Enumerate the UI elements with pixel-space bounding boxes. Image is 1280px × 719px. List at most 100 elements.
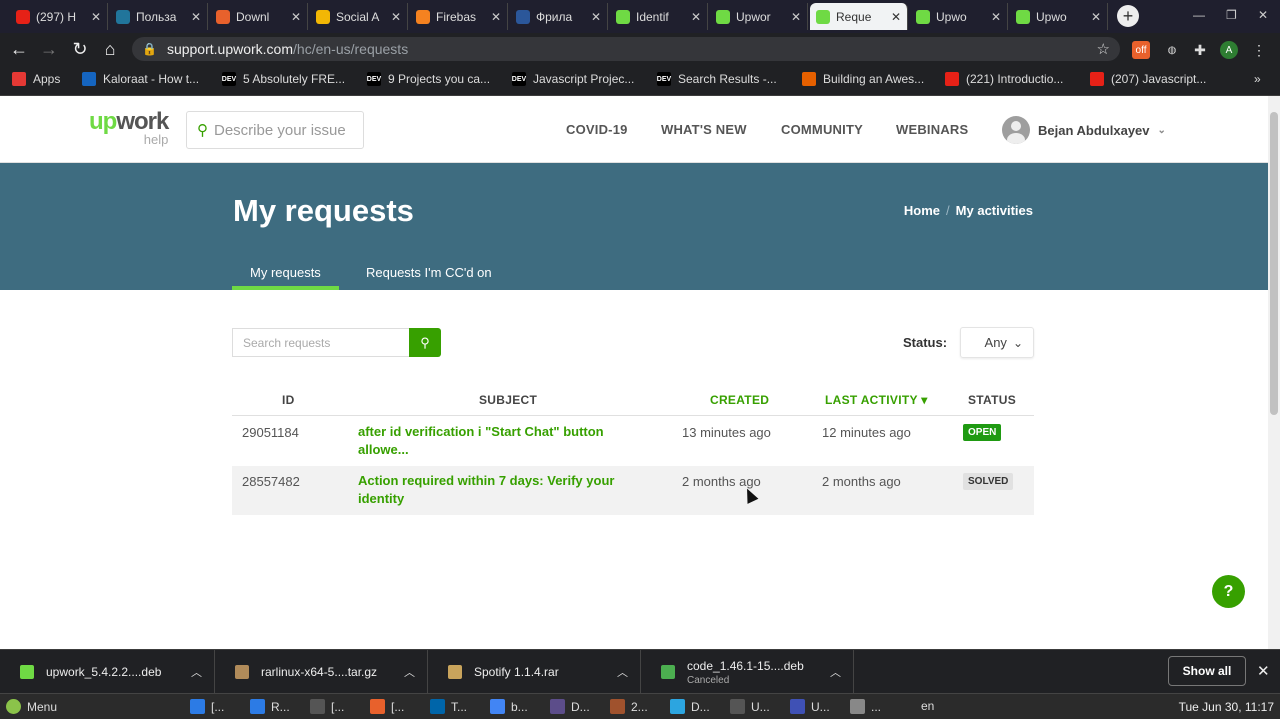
chevron-up-icon[interactable]: ︿ xyxy=(404,664,415,680)
upwork-help-logo[interactable]: upwork help xyxy=(89,108,169,147)
close-tab-icon[interactable]: ✕ xyxy=(91,10,101,24)
browser-tab[interactable]: Upwo ✕ xyxy=(910,3,1008,30)
bookmark-star-icon[interactable]: ☆ xyxy=(1097,40,1110,58)
col-last-activity[interactable]: LAST ACTIVITY ▾ xyxy=(825,393,928,407)
browser-tab[interactable]: Upwo ✕ xyxy=(1010,3,1108,30)
close-tab-icon[interactable]: ✕ xyxy=(1091,10,1101,24)
extension-icon[interactable]: off xyxy=(1132,41,1150,59)
taskbar-window[interactable]: D... xyxy=(670,699,710,714)
taskbar-window[interactable]: b... xyxy=(490,699,528,714)
bookmark-item[interactable]: (221) Introductio... xyxy=(945,72,1063,86)
request-subject-link[interactable]: Action required within 7 days: Verify yo… xyxy=(358,472,638,508)
close-tab-icon[interactable]: ✕ xyxy=(491,10,501,24)
close-tab-icon[interactable]: ✕ xyxy=(291,10,301,24)
close-tab-icon[interactable]: ✕ xyxy=(891,10,901,24)
bookmark-item[interactable]: Kaloraat - How t... xyxy=(82,72,199,86)
bookmark-item[interactable]: DEV 5 Absolutely FRE... xyxy=(222,72,345,86)
close-tab-icon[interactable]: ✕ xyxy=(991,10,1001,24)
maximize-icon[interactable]: ❐ xyxy=(1226,8,1237,22)
taskbar-window[interactable]: [... xyxy=(310,699,344,714)
nav-webinars[interactable]: WEBINARS xyxy=(896,122,968,137)
url-input[interactable]: 🔒 support.upwork.com/hc/en-us/requests ☆ xyxy=(132,37,1120,61)
chevron-up-icon[interactable]: ︿ xyxy=(617,664,628,680)
extensions-puzzle-icon[interactable]: ✚ xyxy=(1191,41,1209,59)
col-subject: SUBJECT xyxy=(479,393,538,407)
browser-tab[interactable]: Фрила ✕ xyxy=(510,3,608,30)
close-icon[interactable]: ✕ xyxy=(1257,662,1270,680)
close-window-icon[interactable]: ✕ xyxy=(1258,8,1268,22)
taskbar-window[interactable]: [... xyxy=(370,699,404,714)
taskbar-window[interactable]: T... xyxy=(430,699,467,714)
minimize-icon[interactable]: — xyxy=(1193,8,1205,22)
app-icon xyxy=(610,699,625,714)
breadcrumb-home[interactable]: Home xyxy=(904,203,940,218)
browser-tab[interactable]: Identif ✕ xyxy=(610,3,708,30)
taskbar-window[interactable]: 2... xyxy=(610,699,648,714)
bookmark-item[interactable]: DEV Search Results -... xyxy=(657,72,777,86)
profile-avatar[interactable]: A xyxy=(1220,41,1238,59)
nav-covid[interactable]: COVID-19 xyxy=(566,122,628,137)
chevron-up-icon[interactable]: ︿ xyxy=(830,664,841,680)
taskbar-window[interactable]: U... xyxy=(730,699,770,714)
home-icon[interactable]: ⌂ xyxy=(99,39,121,60)
close-tab-icon[interactable]: ✕ xyxy=(391,10,401,24)
keyboard-layout[interactable]: en xyxy=(921,699,934,713)
clock[interactable]: Tue Jun 30, 11:17 xyxy=(1179,700,1274,714)
user-menu[interactable]: Bejan Abdulxayev ⌄ xyxy=(1002,116,1166,144)
col-created[interactable]: CREATED xyxy=(710,393,769,407)
close-tab-icon[interactable]: ✕ xyxy=(791,10,801,24)
bookmarks-overflow-icon[interactable]: » xyxy=(1254,72,1261,86)
tab-title: Польза xyxy=(136,9,177,24)
reload-icon[interactable]: ↻ xyxy=(69,39,91,60)
browser-tab[interactable]: Social A ✕ xyxy=(310,3,408,30)
help-chat-button[interactable]: ? xyxy=(1212,575,1245,608)
nav-community[interactable]: COMMUNITY xyxy=(781,122,863,137)
status-badge: SOLVED xyxy=(963,473,1014,490)
search-requests-input[interactable]: Search requests xyxy=(232,328,409,357)
browser-tab[interactable]: (297) Н ✕ xyxy=(10,3,108,30)
close-tab-icon[interactable]: ✕ xyxy=(191,10,201,24)
browser-tab[interactable]: Upwor ✕ xyxy=(710,3,808,30)
status-select[interactable]: Any ⌄ xyxy=(960,327,1034,358)
taskbar-window[interactable]: D... xyxy=(550,699,590,714)
bookmark-item[interactable]: Building an Awes... xyxy=(802,72,924,86)
download-item[interactable]: upwork_5.4.2.2....deb ︿ xyxy=(0,650,215,694)
taskbar-window[interactable]: [... xyxy=(190,699,224,714)
taskbar-window[interactable]: ... xyxy=(850,699,881,714)
bookmark-item[interactable]: DEV Javascript Projec... xyxy=(512,72,634,86)
page-scrollbar[interactable] xyxy=(1268,96,1280,649)
new-tab-button[interactable]: + xyxy=(1117,5,1139,27)
request-subject-link[interactable]: after id verification i "Start Chat" but… xyxy=(358,423,638,459)
app-icon xyxy=(850,699,865,714)
download-item[interactable]: code_1.46.1-15....deb Canceled ︿ xyxy=(641,650,854,694)
download-item[interactable]: Spotify 1.1.4.rar ︿ xyxy=(428,650,641,694)
download-item[interactable]: rarlinux-x64-5....tar.gz ︿ xyxy=(215,650,428,694)
describe-issue-input[interactable]: ⚲ Describe your issue xyxy=(186,111,364,149)
close-tab-icon[interactable]: ✕ xyxy=(591,10,601,24)
nav-whats-new[interactable]: WHAT'S NEW xyxy=(661,122,747,137)
start-menu-button[interactable]: Menu xyxy=(6,699,57,714)
back-icon[interactable]: ← xyxy=(8,39,30,60)
browser-tab[interactable]: Downl ✕ xyxy=(210,3,308,30)
bookmark-item[interactable]: DEV 9 Projects you ca... xyxy=(367,72,490,86)
dev-icon: DEV xyxy=(367,72,381,86)
breadcrumb-my-activities[interactable]: My activities xyxy=(956,203,1033,218)
tab-my-requests[interactable]: My requests xyxy=(232,265,339,290)
taskbar-window-label: T... xyxy=(451,699,468,714)
taskbar-window[interactable]: R... xyxy=(250,699,290,714)
request-id: 29051184 xyxy=(242,425,299,440)
close-tab-icon[interactable]: ✕ xyxy=(691,10,701,24)
forward-icon[interactable]: → xyxy=(38,39,60,60)
chevron-up-icon[interactable]: ︿ xyxy=(191,664,202,680)
search-requests-button[interactable]: ⚲ xyxy=(409,328,441,357)
browser-tab[interactable]: Польза ✕ xyxy=(110,3,208,30)
browser-tab[interactable]: Firebas ✕ xyxy=(410,3,508,30)
bookmark-item[interactable]: Apps xyxy=(12,72,60,86)
browser-tab[interactable]: Reque ✕ xyxy=(810,3,908,30)
tab-requests-cc[interactable]: Requests I'm CC'd on xyxy=(366,265,492,290)
taskbar-window[interactable]: U... xyxy=(790,699,830,714)
browser-menu-icon[interactable]: ⋮ xyxy=(1250,41,1268,59)
bookmark-item[interactable]: (207) Javascript... xyxy=(1090,72,1206,86)
extension-icon[interactable]: ◍ xyxy=(1163,41,1181,59)
show-all-downloads-button[interactable]: Show all xyxy=(1168,656,1246,686)
